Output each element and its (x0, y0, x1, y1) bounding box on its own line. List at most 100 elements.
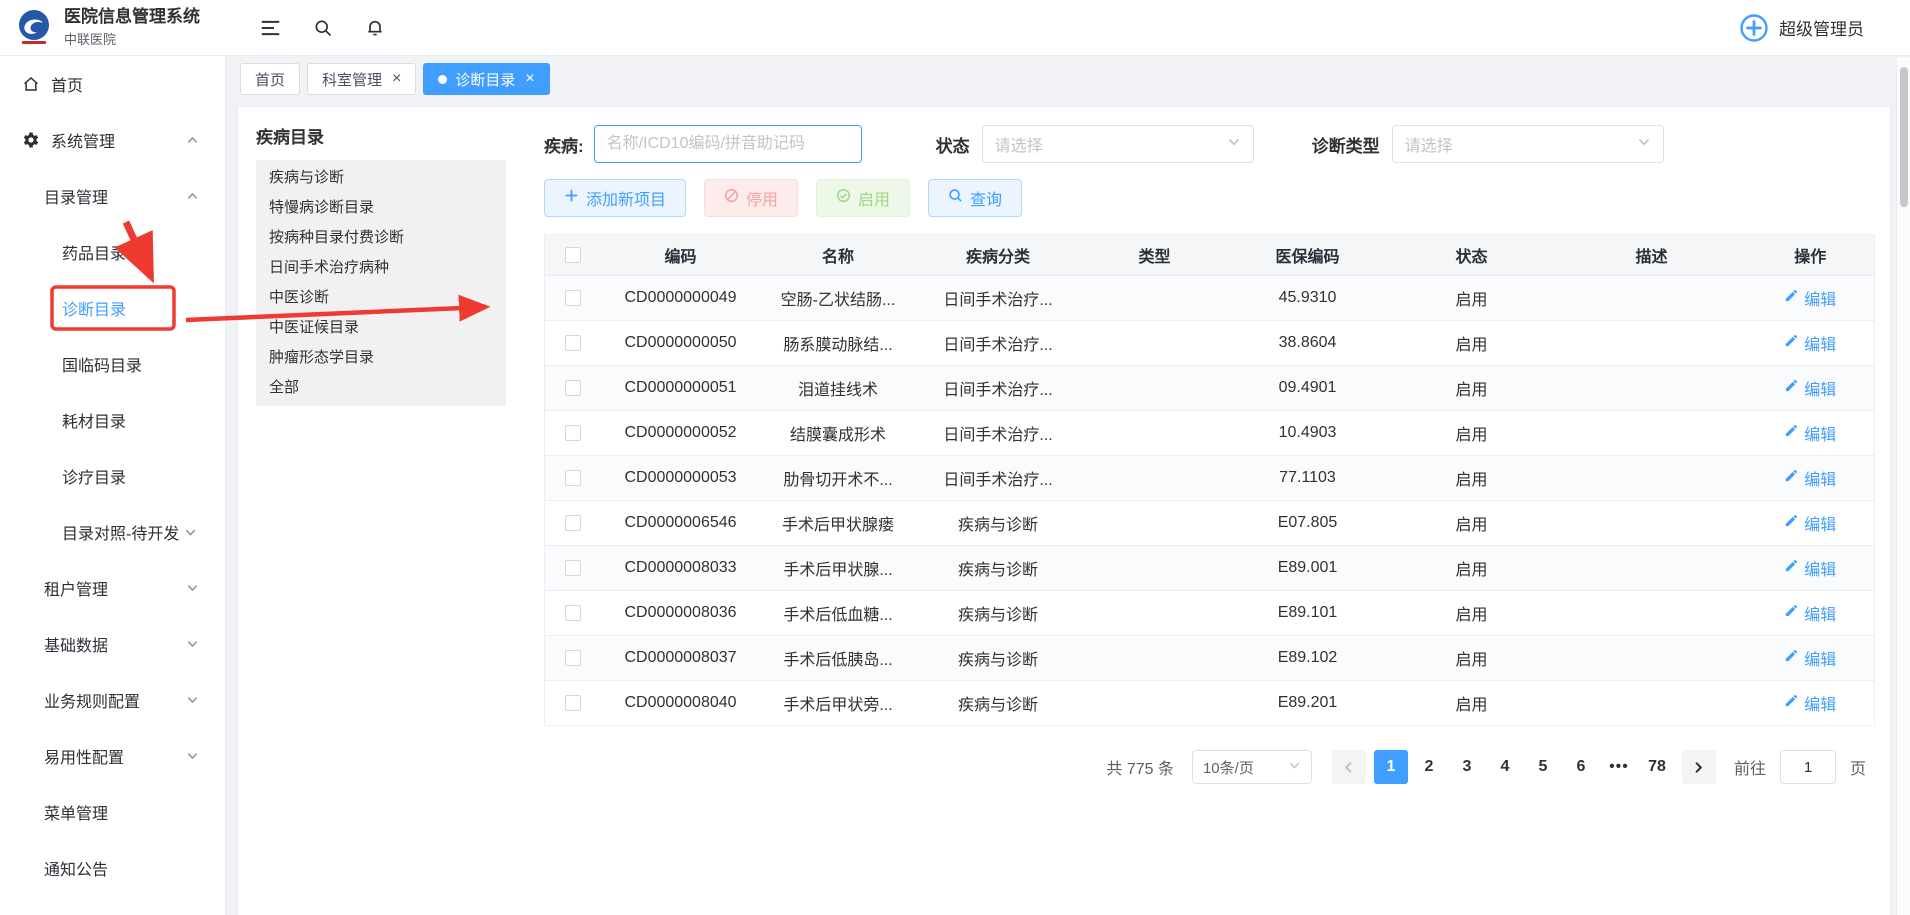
edit-button[interactable]: 编辑 (1784, 556, 1836, 580)
sidebar-item-4[interactable]: 药品目录 (0, 224, 225, 280)
goto-page-input[interactable] (1780, 750, 1836, 784)
search-icon[interactable] (313, 18, 333, 38)
catalog-item-2[interactable]: 特慢病诊断目录 (256, 193, 506, 223)
table-row: CD0000000053肋骨切开术不...日间手术治疗...77.1103启用编… (545, 456, 1875, 501)
sidebar-item-2[interactable]: 系统管理 (0, 112, 225, 168)
edit-button[interactable]: 编辑 (1784, 601, 1836, 625)
next-page-button[interactable] (1682, 750, 1716, 784)
catalog-item-6[interactable]: 中医证候目录 (256, 313, 506, 343)
cell-code: CD0000008036 (601, 591, 761, 636)
catalog-item-4[interactable]: 日间手术治疗病种 (256, 253, 506, 283)
sidebar-item-3[interactable]: 目录管理 (0, 168, 225, 224)
edit-button[interactable]: 编辑 (1784, 331, 1836, 355)
sidebar-item-8[interactable]: 诊疗目录 (0, 448, 225, 504)
catalog-item-1[interactable]: 疾病与诊断 (256, 163, 506, 193)
prev-page-button[interactable] (1332, 750, 1366, 784)
scrollbar-thumb[interactable] (1900, 67, 1908, 207)
query-button[interactable]: 查询 (928, 179, 1022, 217)
row-checkbox[interactable] (565, 515, 581, 531)
catalog-item-8[interactable]: 全部 (256, 373, 506, 403)
page-number-2[interactable]: 2 (1412, 750, 1446, 784)
cell-name: 结膜囊成形术 (761, 411, 916, 456)
page-numbers: 123456•••78 (1372, 750, 1676, 784)
cell-code: CD0000000053 (601, 456, 761, 501)
table-row: CD0000008036手术后低血糖...疾病与诊断E89.101启用编辑 (545, 591, 1875, 636)
disable-button[interactable]: 停用 (704, 179, 798, 217)
catalog-item-5[interactable]: 中医诊断 (256, 283, 506, 313)
cell-code: CD0000000051 (601, 366, 761, 411)
row-checkbox[interactable] (565, 695, 581, 711)
row-checkbox[interactable] (565, 380, 581, 396)
cell-code: CD0000000050 (601, 321, 761, 366)
add-item-button[interactable]: 添加新项目 (544, 179, 686, 217)
tab-1[interactable]: 首页 (240, 63, 300, 95)
status-label: 状态 (936, 132, 970, 157)
page-number-6[interactable]: 6 (1564, 750, 1598, 784)
cell-category: 疾病与诊断 (916, 546, 1081, 591)
select-all-header (545, 235, 601, 276)
status-select[interactable]: 请选择 (982, 125, 1254, 163)
bell-icon[interactable] (365, 17, 385, 38)
row-checkbox[interactable] (565, 560, 581, 576)
row-checkbox[interactable] (565, 290, 581, 306)
disease-input[interactable] (594, 125, 862, 163)
total-count: 共 775 条 (1106, 755, 1174, 779)
sidebar-item-12[interactable]: 业务规则配置 (0, 672, 225, 728)
admin-name: 超级管理员 (1779, 15, 1864, 40)
sidebar-item-1[interactable]: 首页 (0, 56, 225, 112)
diagnosis-content: 疾病: 状态 请选择 诊断类型 请选择 (520, 107, 1890, 915)
sidebar-item-10[interactable]: 租户管理 (0, 560, 225, 616)
main-area: 首页科室管理×诊断目录× 疾病目录 疾病与诊断特慢病诊断目录按病种目录付费诊断日… (226, 56, 1910, 915)
sidebar-item-5[interactable]: 诊断目录 (0, 280, 225, 336)
cell-insurance: 10.4903 (1229, 411, 1387, 456)
tab-2[interactable]: 科室管理× (307, 63, 416, 95)
sidebar-item-11[interactable]: 基础数据 (0, 616, 225, 672)
close-icon[interactable]: × (525, 71, 534, 87)
sidebar-item-7[interactable]: 耗材目录 (0, 392, 225, 448)
column-header-1: 编码 (601, 235, 761, 276)
cell-category: 日间手术治疗... (916, 411, 1081, 456)
catalog-item-7[interactable]: 肿瘤形态学目录 (256, 343, 506, 373)
edit-button[interactable]: 编辑 (1784, 691, 1836, 715)
catalog-item-3[interactable]: 按病种目录付费诊断 (256, 223, 506, 253)
page-size-select[interactable]: 10条/页 (1192, 750, 1312, 784)
page-number-4[interactable]: 4 (1488, 750, 1522, 784)
row-checkbox[interactable] (565, 470, 581, 486)
sidebar-item-13[interactable]: 易用性配置 (0, 728, 225, 784)
sidebar-item-15[interactable]: 通知公告 (0, 840, 225, 896)
diagnosis-type-select[interactable]: 请选择 (1392, 125, 1664, 163)
sidebar-item-9[interactable]: 目录对照-待开发 (0, 504, 225, 560)
row-checkbox[interactable] (565, 605, 581, 621)
sidebar-item-6[interactable]: 国临码目录 (0, 336, 225, 392)
select-all-checkbox[interactable] (565, 247, 581, 263)
page-number-78[interactable]: 78 (1640, 750, 1674, 784)
sidebar-item-14[interactable]: 菜单管理 (0, 784, 225, 840)
row-checkbox[interactable] (565, 425, 581, 441)
sidebar-item-label: 租户管理 (44, 576, 108, 600)
vertical-scrollbar[interactable] (1896, 57, 1910, 915)
page-number-3[interactable]: 3 (1450, 750, 1484, 784)
page-number-1[interactable]: 1 (1374, 750, 1408, 784)
cell-code: CD0000008033 (601, 546, 761, 591)
edit-icon (1784, 423, 1799, 443)
enable-button[interactable]: 启用 (816, 179, 910, 217)
edit-button[interactable]: 编辑 (1784, 646, 1836, 670)
edit-button[interactable]: 编辑 (1784, 421, 1836, 445)
edit-button[interactable]: 编辑 (1784, 376, 1836, 400)
collapse-menu-icon[interactable] (260, 19, 281, 37)
edit-button[interactable]: 编辑 (1784, 511, 1836, 535)
brand-text: 医院信息管理系统 中联医院 (64, 7, 200, 48)
row-checkbox[interactable] (565, 650, 581, 666)
app-title: 医院信息管理系统 (64, 7, 200, 27)
sidebar-item-label: 诊疗目录 (62, 464, 126, 488)
edit-button[interactable]: 编辑 (1784, 466, 1836, 490)
row-checkbox[interactable] (565, 335, 581, 351)
page-number-5[interactable]: 5 (1526, 750, 1560, 784)
cell-category: 日间手术治疗... (916, 366, 1081, 411)
close-icon[interactable]: × (392, 71, 401, 87)
admin-menu[interactable]: 超级管理员 (1739, 13, 1864, 43)
cell-category: 日间手术治疗... (916, 321, 1081, 366)
sidebar-item-label: 目录对照-待开发 (62, 520, 179, 544)
tab-3[interactable]: 诊断目录× (423, 63, 549, 95)
edit-button[interactable]: 编辑 (1784, 286, 1836, 310)
